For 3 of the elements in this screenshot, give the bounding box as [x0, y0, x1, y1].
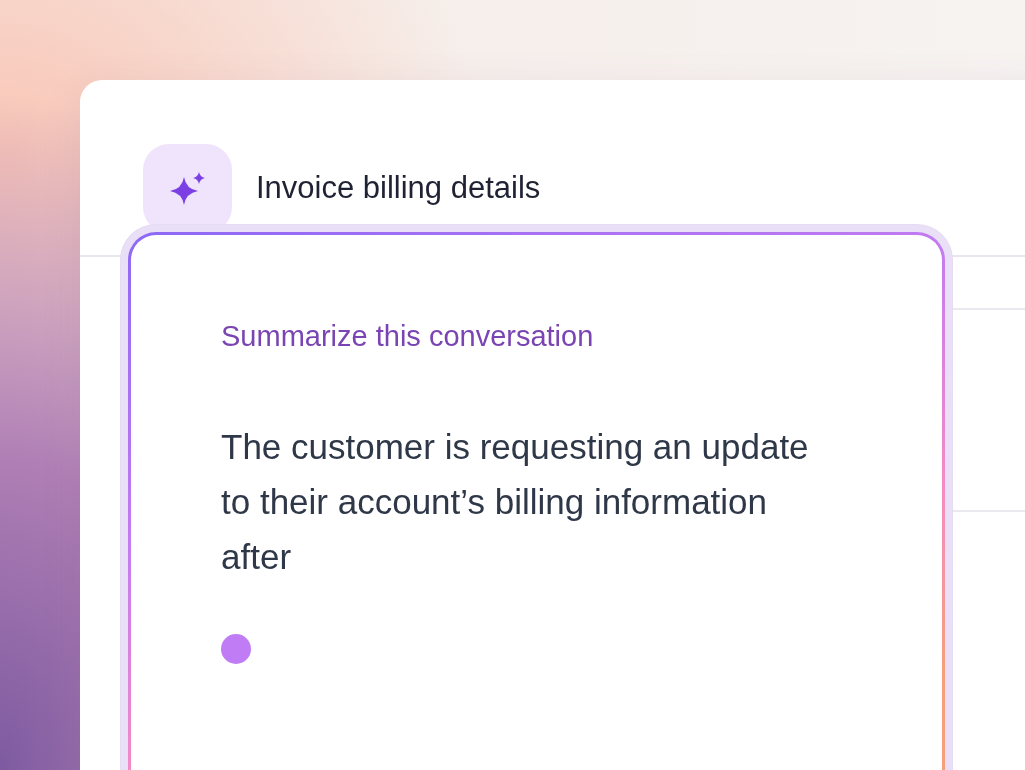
response-text: The customer is requesting an update to their account’s billing information after: [221, 425, 810, 578]
window-title: Invoice billing details: [256, 169, 541, 208]
prompt-text: Summarize this conversation: [221, 319, 595, 354]
